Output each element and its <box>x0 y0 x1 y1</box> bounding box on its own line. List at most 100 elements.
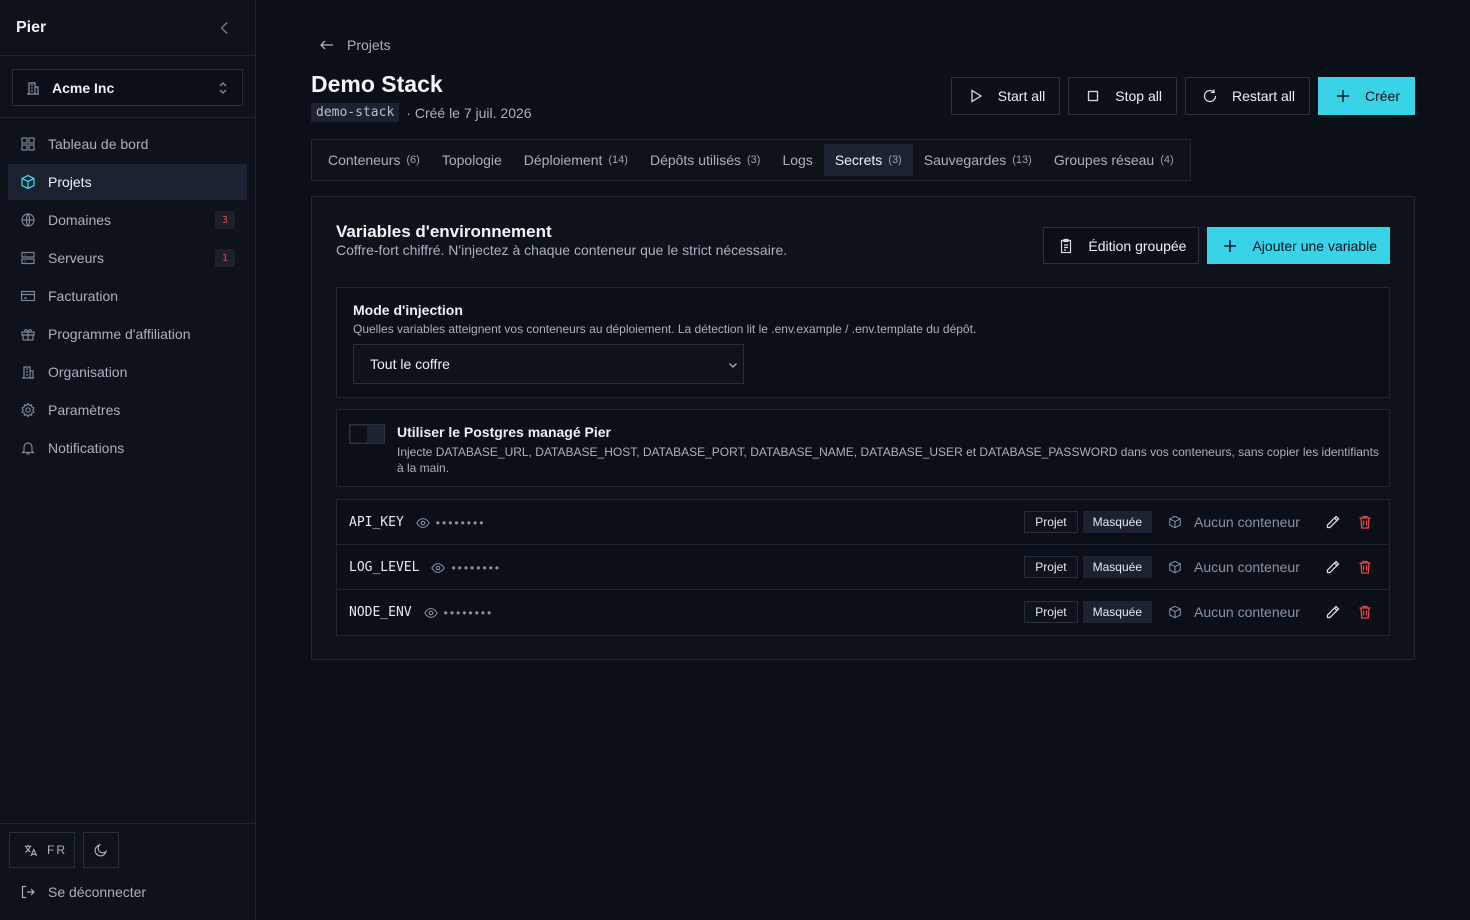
domains-count-badge: 3 <box>215 211 235 229</box>
masked-value: •••••••• <box>435 515 486 530</box>
moon-icon <box>93 842 109 858</box>
injection-mode-help: Quelles variables atteignent vos contene… <box>353 322 977 336</box>
sidebar-item-organization[interactable]: Organisation <box>8 354 247 390</box>
language-label: FR <box>47 843 67 857</box>
brand-name: Pier <box>16 19 47 36</box>
tab-count: (3) <box>747 154 761 166</box>
sidebar-item-notifications[interactable]: Notifications <box>8 430 247 466</box>
tab-logs[interactable]: Logs <box>771 144 823 176</box>
tab-topology[interactable]: Topologie <box>431 144 513 176</box>
theme-toggle[interactable] <box>83 832 119 868</box>
containers-label: Aucun conteneur <box>1194 604 1300 620</box>
managed-postgres-help: Injecte DATABASE_URL, DATABASE_HOST, DAT… <box>397 445 1379 475</box>
sidebar-item-label: Organisation <box>48 364 128 380</box>
tab-secrets[interactable]: Secrets (3) <box>823 144 913 176</box>
containers-label: Aucun conteneur <box>1194 559 1300 575</box>
tab-count: (14) <box>608 154 628 166</box>
collapse-sidebar-icon[interactable] <box>216 19 234 37</box>
divider <box>0 823 255 824</box>
tab-backups[interactable]: Sauvegardes (13) <box>913 144 1043 176</box>
create-button[interactable]: Créer <box>1317 77 1415 115</box>
building-icon <box>25 80 41 96</box>
bell-icon <box>20 440 36 456</box>
sidebar-item-dashboard[interactable]: Tableau de bord <box>8 126 247 162</box>
restart-all-label: Restart all <box>1231 88 1295 104</box>
eye-icon[interactable] <box>431 561 446 575</box>
divider <box>0 117 255 118</box>
tab-count: (4) <box>1160 154 1174 166</box>
trash-icon[interactable] <box>1357 604 1373 620</box>
tab-deployment[interactable]: Déploiement (14) <box>513 144 639 176</box>
created-date: · Créé le 7 juil. 2026 <box>406 104 532 121</box>
bulk-edit-button[interactable]: Édition groupée <box>1043 227 1200 264</box>
variable-row: NODE_ENV •••••••• Projet Masquée Aucun c… <box>337 590 1389 635</box>
masked-value: •••••••• <box>451 560 502 575</box>
refresh-icon <box>1202 88 1218 104</box>
injection-mode-value: Tout le coffre <box>370 356 450 372</box>
variables-list: API_KEY •••••••• Projet Masquée Aucun co… <box>336 499 1390 636</box>
tab-label: Logs <box>782 152 813 168</box>
plus-icon <box>1335 88 1351 104</box>
sidebar: Pier Acme Inc Tableau de bord Projets Do… <box>0 0 256 920</box>
masked-value: •••••••• <box>443 605 494 620</box>
sidebar-item-label: Programme d'affiliation <box>48 326 191 342</box>
play-icon <box>968 88 984 104</box>
restart-all-button[interactable]: Restart all <box>1184 77 1310 115</box>
tab-label: Dépôts utilisés <box>649 152 741 168</box>
trash-icon[interactable] <box>1357 514 1373 530</box>
translate-icon <box>23 843 38 858</box>
start-all-label: Start all <box>997 88 1046 104</box>
credit-card-icon <box>20 288 36 304</box>
variable-row: API_KEY •••••••• Projet Masquée Aucun co… <box>337 500 1389 545</box>
edit-icon[interactable] <box>1325 514 1341 530</box>
sidebar-item-label: Notifications <box>48 440 125 456</box>
cube-icon <box>20 174 36 190</box>
eye-icon[interactable] <box>416 516 430 530</box>
visibility-badge: Masquée <box>1082 556 1152 578</box>
divider <box>0 55 255 56</box>
breadcrumb-back[interactable]: Projets <box>319 37 391 53</box>
panel-actions: Édition groupée Ajouter une variable <box>1035 227 1390 264</box>
tab-network-groups[interactable]: Groupes réseau (4) <box>1043 144 1185 176</box>
variable-key: API_KEY •••••••• <box>349 515 485 530</box>
sidebar-item-label: Domaines <box>48 212 112 228</box>
trash-icon[interactable] <box>1357 559 1373 575</box>
sidebar-item-label: Projets <box>48 174 92 190</box>
cube-icon <box>1168 605 1182 619</box>
sidebar-item-affiliate[interactable]: Programme d'affiliation <box>8 316 247 352</box>
sidebar-item-settings[interactable]: Paramètres <box>8 392 247 428</box>
injection-mode-select[interactable]: Tout le coffre <box>353 344 744 384</box>
sidebar-item-servers[interactable]: Serveurs 1 <box>8 240 247 276</box>
containers-info: Aucun conteneur <box>1168 514 1311 530</box>
breadcrumb-label: Projets <box>347 37 391 53</box>
servers-count-badge: 1 <box>215 249 235 267</box>
edit-icon[interactable] <box>1325 604 1341 620</box>
sidebar-item-billing[interactable]: Facturation <box>8 278 247 314</box>
sidebar-item-projects[interactable]: Projets <box>8 164 247 200</box>
variable-key: LOG_LEVEL •••••••• <box>349 560 501 575</box>
sidebar-item-domains[interactable]: Domaines 3 <box>8 202 247 238</box>
managed-postgres-card: Utiliser le Postgres managé Pier Injecte… <box>336 409 1390 487</box>
add-variable-button[interactable]: Ajouter une variable <box>1207 227 1390 264</box>
sidebar-item-label: Facturation <box>48 288 119 304</box>
stop-all-button[interactable]: Stop all <box>1068 77 1177 115</box>
tab-count: (6) <box>406 154 420 166</box>
eye-icon[interactable] <box>423 606 438 620</box>
tab-repositories[interactable]: Dépôts utilisés (3) <box>639 144 772 176</box>
tab-label: Conteneurs <box>328 152 401 168</box>
org-switcher[interactable]: Acme Inc <box>12 69 243 106</box>
dashboard-icon <box>20 136 36 152</box>
sidebar-item-label: Tableau de bord <box>48 136 149 152</box>
panel-subtitle: Coffre-fort chiffré. N'injectez à chaque… <box>336 242 788 258</box>
tab-label: Groupes réseau <box>1053 152 1155 168</box>
tab-containers[interactable]: Conteneurs (6) <box>317 144 431 176</box>
stop-all-label: Stop all <box>1115 88 1162 104</box>
variable-meta: Projet Masquée Aucun conteneur <box>1024 601 1373 623</box>
page-title: Demo Stack <box>311 71 443 97</box>
start-all-button[interactable]: Start all <box>950 77 1061 115</box>
language-switcher[interactable]: FR <box>9 832 75 868</box>
header-actions: Start all Stop all Restart all Créer <box>943 77 1415 115</box>
managed-postgres-toggle[interactable] <box>349 424 385 444</box>
logout-button[interactable]: Se déconnecter <box>20 884 146 900</box>
edit-icon[interactable] <box>1325 559 1341 575</box>
